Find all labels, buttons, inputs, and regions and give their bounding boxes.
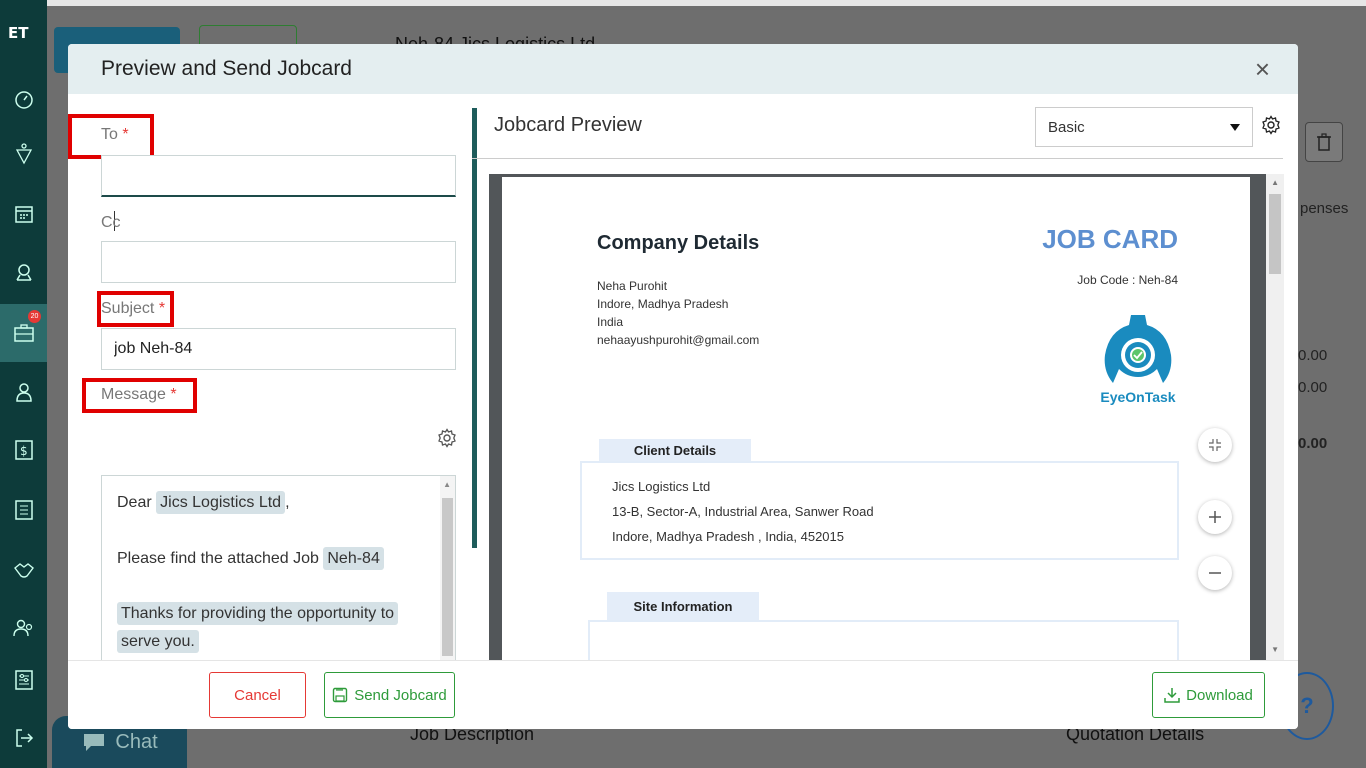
preview-settings-gear-icon[interactable] xyxy=(1261,115,1281,140)
client-details-header: Client Details xyxy=(599,439,751,461)
invoice-icon[interactable]: $ xyxy=(0,430,47,470)
highlight-box xyxy=(82,378,197,413)
calendar-icon[interactable] xyxy=(0,194,47,234)
minus-icon xyxy=(1209,572,1221,574)
send-jobcard-button[interactable]: Send Jobcard xyxy=(324,672,455,718)
jobcard-document: Company Details JOB CARD Job Code : Neh-… xyxy=(502,177,1250,660)
company-email: nehaayushpurohit@gmail.com xyxy=(597,333,760,347)
close-icon[interactable]: × xyxy=(1255,56,1270,82)
save-icon xyxy=(333,687,348,703)
plus-icon xyxy=(1209,511,1221,523)
download-button[interactable]: Download xyxy=(1152,672,1265,718)
eye-helmet-icon xyxy=(1104,315,1172,383)
collapse-icon xyxy=(1209,439,1221,451)
user-icon[interactable] xyxy=(0,372,47,412)
company-country: India xyxy=(597,315,624,329)
background-total: 0.00 xyxy=(1298,435,1328,452)
client-name: Jics Logistics Ltd xyxy=(612,479,711,494)
message-greeting: Dear Jics Logistics Ltd, xyxy=(117,489,290,517)
map-pin-icon[interactable] xyxy=(0,252,47,292)
highlight-box xyxy=(68,114,154,159)
notification-badge: 20 xyxy=(28,310,41,323)
pdf-scrollbar[interactable]: ▲ ▼ xyxy=(1266,174,1284,660)
job-code: Job Code : Neh-84 xyxy=(1077,273,1178,287)
site-information-header: Site Information xyxy=(607,592,759,620)
cc-input[interactable] xyxy=(101,241,456,283)
to-input[interactable] xyxy=(101,155,456,197)
modal-title: Preview and Send Jobcard xyxy=(101,57,352,80)
pane-divider xyxy=(472,108,477,548)
settings-list-icon[interactable] xyxy=(0,660,47,700)
company-heading: Company Details xyxy=(597,232,760,254)
company-address: Indore, Madhya Pradesh xyxy=(597,297,729,311)
app-logo: ET xyxy=(8,24,29,42)
logout-icon[interactable] xyxy=(0,718,47,758)
chat-label: Chat xyxy=(115,730,158,753)
message-settings-gear-icon[interactable] xyxy=(437,428,457,453)
client-name-tag: Jics Logistics Ltd xyxy=(156,491,286,514)
job-card-title: JOB CARD xyxy=(1042,224,1178,254)
zoom-out-button[interactable] xyxy=(1198,556,1232,590)
svg-text:$: $ xyxy=(20,444,28,458)
subject-input[interactable] xyxy=(101,328,456,370)
zoom-in-button[interactable] xyxy=(1198,500,1232,534)
divider xyxy=(472,158,1283,159)
funnel-icon[interactable] xyxy=(0,134,47,174)
pdf-viewer[interactable]: Company Details JOB CARD Job Code : Neh-… xyxy=(489,174,1284,660)
email-form: To * Cc Subject * Message * Dear Jics Lo… xyxy=(68,94,472,710)
fit-page-button[interactable] xyxy=(1198,428,1232,462)
chat-bubble-icon xyxy=(84,734,105,751)
trash-icon xyxy=(1305,122,1343,162)
cancel-button[interactable]: Cancel xyxy=(209,672,306,718)
modal-header: Preview and Send Jobcard × xyxy=(68,44,1298,94)
logo-text: EyeOnTask xyxy=(1100,389,1176,405)
jobcard-preview-pane: Jobcard Preview Basic Company Details JO… xyxy=(472,94,1284,660)
list-icon[interactable] xyxy=(0,490,47,530)
handshake-icon[interactable] xyxy=(0,550,47,590)
send-jobcard-label: Send Jobcard xyxy=(354,686,447,704)
company-name: Neha Purohit xyxy=(597,279,668,293)
message-body-line: Please find the attached Job Neh-84 xyxy=(117,545,384,573)
preview-title: Jobcard Preview xyxy=(494,114,642,136)
eyeontask-logo: EyeOnTask xyxy=(1097,311,1179,407)
briefcase-icon[interactable]: 20 xyxy=(0,304,47,362)
template-select[interactable]: Basic xyxy=(1035,107,1253,147)
modal-footer: Cancel Send Jobcard Download xyxy=(68,660,1298,729)
sidebar: ET 20 $ xyxy=(0,0,47,768)
cc-label: Cc xyxy=(101,214,121,231)
template-select-value: Basic xyxy=(1048,118,1085,136)
background-amount: 0.00 xyxy=(1298,347,1328,364)
dashboard-icon[interactable] xyxy=(0,80,47,120)
preview-send-jobcard-modal: Preview and Send Jobcard × To * Cc Subje… xyxy=(68,44,1298,729)
background-topbar xyxy=(47,0,1366,6)
highlight-box xyxy=(97,291,174,327)
download-label: Download xyxy=(1186,686,1253,704)
background-amount: 0.00 xyxy=(1298,379,1328,396)
client-address: 13-B, Sector-A, Industrial Area, Sanwer … xyxy=(612,504,874,519)
client-city: Indore, Madhya Pradesh , India, 452015 xyxy=(612,529,844,544)
download-icon xyxy=(1164,688,1180,703)
message-closing: Thanks for providing the opportunity to … xyxy=(117,600,399,656)
team-icon[interactable] xyxy=(0,608,47,648)
site-information-box xyxy=(588,620,1179,660)
chevron-down-icon xyxy=(1230,124,1240,131)
job-code-tag: Neh-84 xyxy=(323,547,384,570)
background-expenses-tab: penses xyxy=(1300,200,1349,217)
